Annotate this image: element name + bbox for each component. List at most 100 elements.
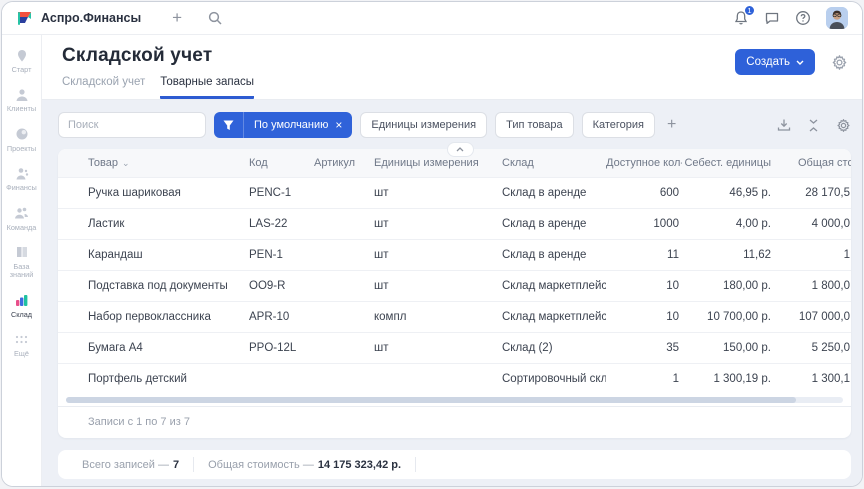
warehouse-icon: [14, 293, 29, 308]
knowledge-base-icon: [15, 245, 29, 260]
records-info: Записи с 1 по 7 из 7: [58, 406, 851, 438]
tab-warehouse-accounting[interactable]: Складской учет: [62, 76, 145, 99]
table-cell: шт: [374, 240, 502, 271]
funnel-icon[interactable]: [214, 112, 244, 138]
more-dots-icon: [15, 332, 28, 347]
filter-product-type-button[interactable]: Тип товара: [495, 112, 574, 138]
table-cell: 5 250,0: [774, 333, 851, 364]
sidebar-item-warehouse[interactable]: Склад: [3, 288, 41, 323]
sidebar: Старт Клиенты Проекты Финансы Команда Ба…: [2, 35, 42, 486]
stock-table-card: Товар⌄ Код Артикул Единицы измерения Скл…: [58, 149, 851, 438]
table-cell: [249, 364, 314, 395]
sidebar-item-more[interactable]: Ещё: [3, 327, 41, 362]
table-cell: 1 300,1: [774, 364, 851, 395]
sidebar-item-team[interactable]: Команда: [3, 201, 41, 236]
table-cell: Ручка шариковая: [58, 178, 249, 209]
table-cell: 180,00 р.: [682, 271, 774, 302]
table-cell: 28 170,5: [774, 178, 851, 209]
total-records: Всего записей —7: [58, 457, 194, 472]
table-cell: 1000: [606, 209, 682, 240]
default-filter-chip[interactable]: По умолчанию ×: [214, 112, 352, 138]
scrollbar-thumb[interactable]: [66, 397, 796, 403]
fold-table-button[interactable]: [447, 142, 474, 157]
user-avatar[interactable]: [826, 7, 848, 29]
sidebar-item-clients[interactable]: Клиенты: [3, 82, 41, 117]
column-header-sku[interactable]: Артикул: [314, 149, 374, 178]
filter-units-button[interactable]: Единицы измерения: [360, 112, 487, 138]
table-cell: Бумага А4: [58, 333, 249, 364]
table-cell: 10: [606, 271, 682, 302]
table-row[interactable]: Портфель детскийСортировочный скла11 300…: [58, 364, 851, 395]
table-cell: 150,00 р.: [682, 333, 774, 364]
table-cell: Подставка под документы: [58, 271, 249, 302]
close-icon[interactable]: ×: [335, 118, 352, 132]
table-row[interactable]: Бумага А4PPO-12LштСклад (2)35150,00 р.5 …: [58, 333, 851, 364]
create-button[interactable]: Создать: [735, 49, 815, 75]
column-header-total-cost[interactable]: Общая стоимость: [774, 149, 851, 178]
tab-stock[interactable]: Товарные запасы: [160, 76, 254, 99]
table-cell: [314, 240, 374, 271]
table-cell: шт: [374, 271, 502, 302]
sort-chevron-icon: ⌄: [122, 158, 130, 168]
notifications-button[interactable]: 1: [733, 10, 749, 26]
sidebar-item-finance[interactable]: Финансы: [3, 161, 41, 196]
table-cell: LAS-22: [249, 209, 314, 240]
table-row[interactable]: Ручка шариковаяPENC-1штСклад в аренде600…: [58, 178, 851, 209]
summary-bar: Всего записей —7 Общая стоимость —14 175…: [58, 450, 851, 479]
table-cell: PEN-1: [249, 240, 314, 271]
table-cell: Склад в аренде: [502, 178, 606, 209]
column-header-warehouse[interactable]: Склад: [502, 149, 606, 178]
column-header-units[interactable]: Единицы измерения: [374, 149, 502, 178]
table-row[interactable]: Набор первоклассникаAPR-10комплСклад мар…: [58, 302, 851, 333]
table-cell: 10: [606, 302, 682, 333]
filter-bar: По умолчанию × Единицы измерения Тип тов…: [58, 112, 851, 138]
search-input[interactable]: [58, 112, 206, 138]
table-cell: Портфель детский: [58, 364, 249, 395]
chevron-down-icon: [796, 60, 804, 65]
table-cell: 35: [606, 333, 682, 364]
collapse-icon[interactable]: [808, 119, 819, 132]
tabs: Складской учет Товарные запасы: [62, 76, 850, 99]
table-cell: 107 000,0: [774, 302, 851, 333]
table-cell: 600: [606, 178, 682, 209]
add-button[interactable]: +: [169, 10, 185, 26]
settings-icon[interactable]: [831, 54, 848, 71]
table-row[interactable]: КарандашPEN-1штСклад в аренде1111,621: [58, 240, 851, 271]
table-cell: 10 700,00 р.: [682, 302, 774, 333]
table-settings-icon[interactable]: [836, 118, 851, 133]
content-area: По умолчанию × Единицы измерения Тип тов…: [42, 100, 862, 486]
table-cell: [314, 364, 374, 395]
total-cost: Общая стоимость —14 175 323,42 р.: [194, 457, 416, 472]
sidebar-item-projects[interactable]: Проекты: [3, 122, 41, 157]
column-header-unit-cost[interactable]: Себест. единицы: [682, 149, 774, 178]
column-header-code[interactable]: Код: [249, 149, 314, 178]
table-cell: 4 000,0: [774, 209, 851, 240]
table-cell: Набор первоклассника: [58, 302, 249, 333]
sidebar-item-start[interactable]: Старт: [3, 43, 41, 78]
table-cell: Склад (2): [502, 333, 606, 364]
table-cell: 1 300,19 р.: [682, 364, 774, 395]
table-cell: 1: [774, 240, 851, 271]
table-cell: PPO-12L: [249, 333, 314, 364]
table-cell: Карандаш: [58, 240, 249, 271]
app-window: Аспро.Финансы + 1 Старт: [1, 1, 863, 487]
column-header-product[interactable]: Товар⌄: [58, 149, 249, 178]
table-cell: Склад в аренде: [502, 209, 606, 240]
sidebar-item-knowledge-base[interactable]: База знаний: [3, 240, 41, 284]
filter-category-button[interactable]: Категория: [582, 112, 655, 138]
table-cell: PENC-1: [249, 178, 314, 209]
table-body: Ручка шариковаяPENC-1штСклад в аренде600…: [58, 178, 851, 395]
column-header-quantity[interactable]: Доступное кол-во: [606, 149, 682, 178]
table-cell: [314, 271, 374, 302]
table-row[interactable]: ЛастикLAS-22штСклад в аренде10004,00 р.4…: [58, 209, 851, 240]
table-cell: APR-10: [249, 302, 314, 333]
chat-button[interactable]: [764, 10, 780, 26]
search-icon[interactable]: [207, 10, 223, 26]
table-cell: [314, 302, 374, 333]
table-cell: шт: [374, 209, 502, 240]
topbar: Аспро.Финансы + 1: [2, 2, 862, 35]
download-icon[interactable]: [777, 118, 791, 132]
table-row[interactable]: Подставка под документыOO9-RштСклад марк…: [58, 271, 851, 302]
add-filter-button[interactable]: +: [663, 116, 680, 134]
help-button[interactable]: [795, 10, 811, 26]
